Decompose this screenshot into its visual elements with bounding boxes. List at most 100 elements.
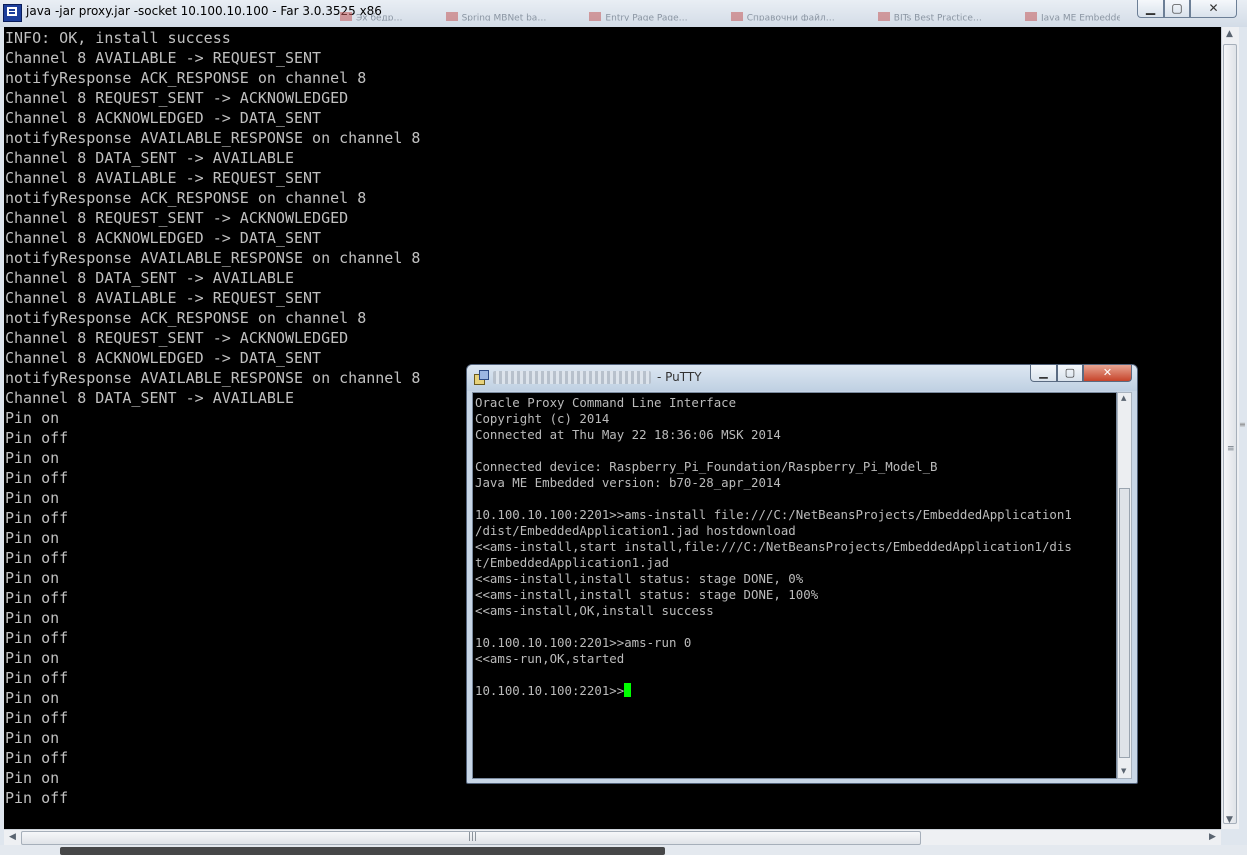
console-line: Channel 8 DATA_SENT -> AVAILABLE xyxy=(5,389,294,407)
console-line: Channel 8 ACKNOWLEDGED -> DATA_SENT xyxy=(5,109,322,127)
console-line: Pin on xyxy=(5,729,60,747)
maximize-button[interactable]: ▢ xyxy=(1164,0,1190,18)
terminal-prompt: 10.100.10.100:2201>> xyxy=(475,683,625,698)
background-tab: Spring MBNet ba… xyxy=(445,11,546,21)
background-tab: BITs Best Practice… xyxy=(877,11,982,21)
console-line: Channel 8 ACKNOWLEDGED -> DATA_SENT xyxy=(5,229,322,247)
console-line: Channel 8 DATA_SENT -> AVAILABLE xyxy=(5,149,294,167)
window-title: java -jar proxy.jar -socket 10.100.10.10… xyxy=(26,4,382,18)
terminal-line: Java ME Embedded version: b70-28_apr_201… xyxy=(475,475,781,490)
terminal-line: <<ams-install,start install,file:///C:/N… xyxy=(475,539,1072,554)
vertical-scrollbar[interactable]: ▲ ≡ ▼ xyxy=(1221,27,1239,829)
scroll-left-icon[interactable]: ◀ xyxy=(9,832,16,842)
console-line: Pin off xyxy=(5,429,69,447)
console-line: Channel 8 AVAILABLE -> REQUEST_SENT xyxy=(5,289,322,307)
background-tab: Справочни файл… xyxy=(730,11,835,21)
terminal-line: Connected device: Raspberry_Pi_Foundatio… xyxy=(475,459,938,474)
putty-title: - PuTTY xyxy=(657,370,702,384)
terminal-line: /dist/EmbeddedApplication1.jad hostdownl… xyxy=(475,523,796,538)
console-line: Pin on xyxy=(5,649,60,667)
grip-icon: ||| xyxy=(468,832,478,842)
terminal-line: 10.100.10.100:2201>>ams-run 0 xyxy=(475,635,692,650)
putty-maximize-button[interactable]: ▢ xyxy=(1057,365,1083,382)
window-titlebar[interactable]: java -jar proxy.jar -socket 10.100.10.10… xyxy=(0,0,1247,27)
console-line: Channel 8 REQUEST_SENT -> ACKNOWLEDGED xyxy=(5,329,349,347)
putty-minimize-button[interactable]: ▁ xyxy=(1030,365,1057,382)
console-line: Pin off xyxy=(5,589,69,607)
console-line: Pin off xyxy=(5,709,69,727)
terminal-line: Copyright (c) 2014 xyxy=(475,411,610,426)
obscured-hostname xyxy=(493,371,651,384)
console-line: INFO: OK, install success xyxy=(5,29,231,47)
console-line: notifyResponse AVAILABLE_RESPONSE on cha… xyxy=(5,249,421,267)
putty-terminal-lines: Oracle Proxy Command Line Interface Copyr… xyxy=(475,395,1072,699)
obscured-region xyxy=(60,847,665,855)
putty-app-icon xyxy=(474,370,489,385)
console-line: Pin on xyxy=(5,489,60,507)
console-lines: INFO: OK, install success Channel 8 AVAIL… xyxy=(5,28,420,808)
terminal-line: <<ams-install,OK,install success xyxy=(475,603,714,618)
console-line: Pin off xyxy=(5,669,69,687)
scroll-down-icon[interactable]: ▼ xyxy=(1121,767,1126,775)
putty-terminal[interactable]: Oracle Proxy Command Line Interface Copyr… xyxy=(472,392,1117,779)
terminal-prompt-line[interactable]: 10.100.10.100:2201>> xyxy=(475,683,1072,699)
console-line: Pin on xyxy=(5,569,60,587)
terminal-line: Oracle Proxy Command Line Interface xyxy=(475,395,737,410)
console-line: notifyResponse ACK_RESPONSE on channel 8 xyxy=(5,189,367,207)
putty-scrollbar[interactable]: ▲ ▼ xyxy=(1117,392,1132,779)
scroll-right-icon[interactable]: ▶ xyxy=(1209,832,1216,842)
terminal-line: <<ams-install,install status: stage DONE… xyxy=(475,571,804,586)
vertical-scroll-thumb[interactable]: ≡ xyxy=(1223,44,1237,824)
console-line: Pin off xyxy=(5,509,69,527)
putty-window: - PuTTY ▁ ▢ ✕ Oracle Proxy Command Line … xyxy=(466,364,1138,784)
putty-scroll-thumb[interactable] xyxy=(1119,488,1130,758)
minimize-button[interactable]: ▁ xyxy=(1137,0,1164,18)
terminal-line: t/EmbeddedApplication1.jad xyxy=(475,555,669,570)
horizontal-scrollbar[interactable]: ◀ ||| ▶ xyxy=(4,829,1221,846)
background-tab: Эх бедр… xyxy=(340,11,403,21)
console-line: notifyResponse ACK_RESPONSE on channel 8 xyxy=(5,309,367,327)
console-line: Pin off xyxy=(5,549,69,567)
console-line: Pin on xyxy=(5,689,60,707)
console-line: notifyResponse AVAILABLE_RESPONSE on cha… xyxy=(5,129,421,147)
close-button[interactable]: ✕ xyxy=(1190,0,1237,18)
console-line: Pin on xyxy=(5,609,60,627)
grip-icon: ≡ xyxy=(1227,444,1235,454)
horizontal-scroll-thumb[interactable]: ||| xyxy=(21,831,921,845)
console-line: Channel 8 REQUEST_SENT -> ACKNOWLEDGED xyxy=(5,89,349,107)
console-line: notifyResponse ACK_RESPONSE on channel 8 xyxy=(5,69,367,87)
far-app-icon xyxy=(3,4,22,22)
console-line: Channel 8 AVAILABLE -> REQUEST_SENT xyxy=(5,169,322,187)
terminal-line: 10.100.10.100:2201>>ams-install file:///… xyxy=(475,507,1072,522)
console-line: Pin off xyxy=(5,469,69,487)
terminal-line: <<ams-install,install status: stage DONE… xyxy=(475,587,819,602)
scroll-up-icon[interactable]: ▲ xyxy=(1226,29,1233,39)
console-line: Pin off xyxy=(5,749,69,767)
console-line: Pin on xyxy=(5,449,60,467)
console-line: Pin off xyxy=(5,629,69,647)
putty-close-button[interactable]: ✕ xyxy=(1083,365,1132,382)
console-line: Channel 8 AVAILABLE -> REQUEST_SENT xyxy=(5,49,322,67)
console-line: Pin off xyxy=(5,789,69,807)
background-tabs: Эх бедр… Spring MBNet ba… Entry Page Pag… xyxy=(340,5,1120,21)
text-cursor xyxy=(624,683,632,697)
console-line: Channel 8 REQUEST_SENT -> ACKNOWLEDGED xyxy=(5,209,349,227)
console-line: Pin on xyxy=(5,769,60,787)
terminal-line: <<ams-run,OK,started xyxy=(475,651,625,666)
scroll-down-icon[interactable]: ▼ xyxy=(1226,815,1233,825)
console-line: Pin on xyxy=(5,529,60,547)
resize-grip-icon[interactable]: ≡ xyxy=(1239,420,1246,450)
console-line: notifyResponse AVAILABLE_RESPONSE on cha… xyxy=(5,369,421,387)
console-line: Channel 8 ACKNOWLEDGED -> DATA_SENT xyxy=(5,349,322,367)
background-tab: Entry Page Page… xyxy=(589,11,688,21)
putty-titlebar[interactable]: - PuTTY ▁ ▢ ✕ xyxy=(467,365,1137,391)
background-tab: Java ME Embedde… xyxy=(1025,11,1120,21)
console-line: Channel 8 DATA_SENT -> AVAILABLE xyxy=(5,269,294,287)
console-line: Pin on xyxy=(5,409,60,427)
scroll-up-icon[interactable]: ▲ xyxy=(1121,394,1126,402)
terminal-line: Connected at Thu May 22 18:36:06 MSK 201… xyxy=(475,427,781,442)
